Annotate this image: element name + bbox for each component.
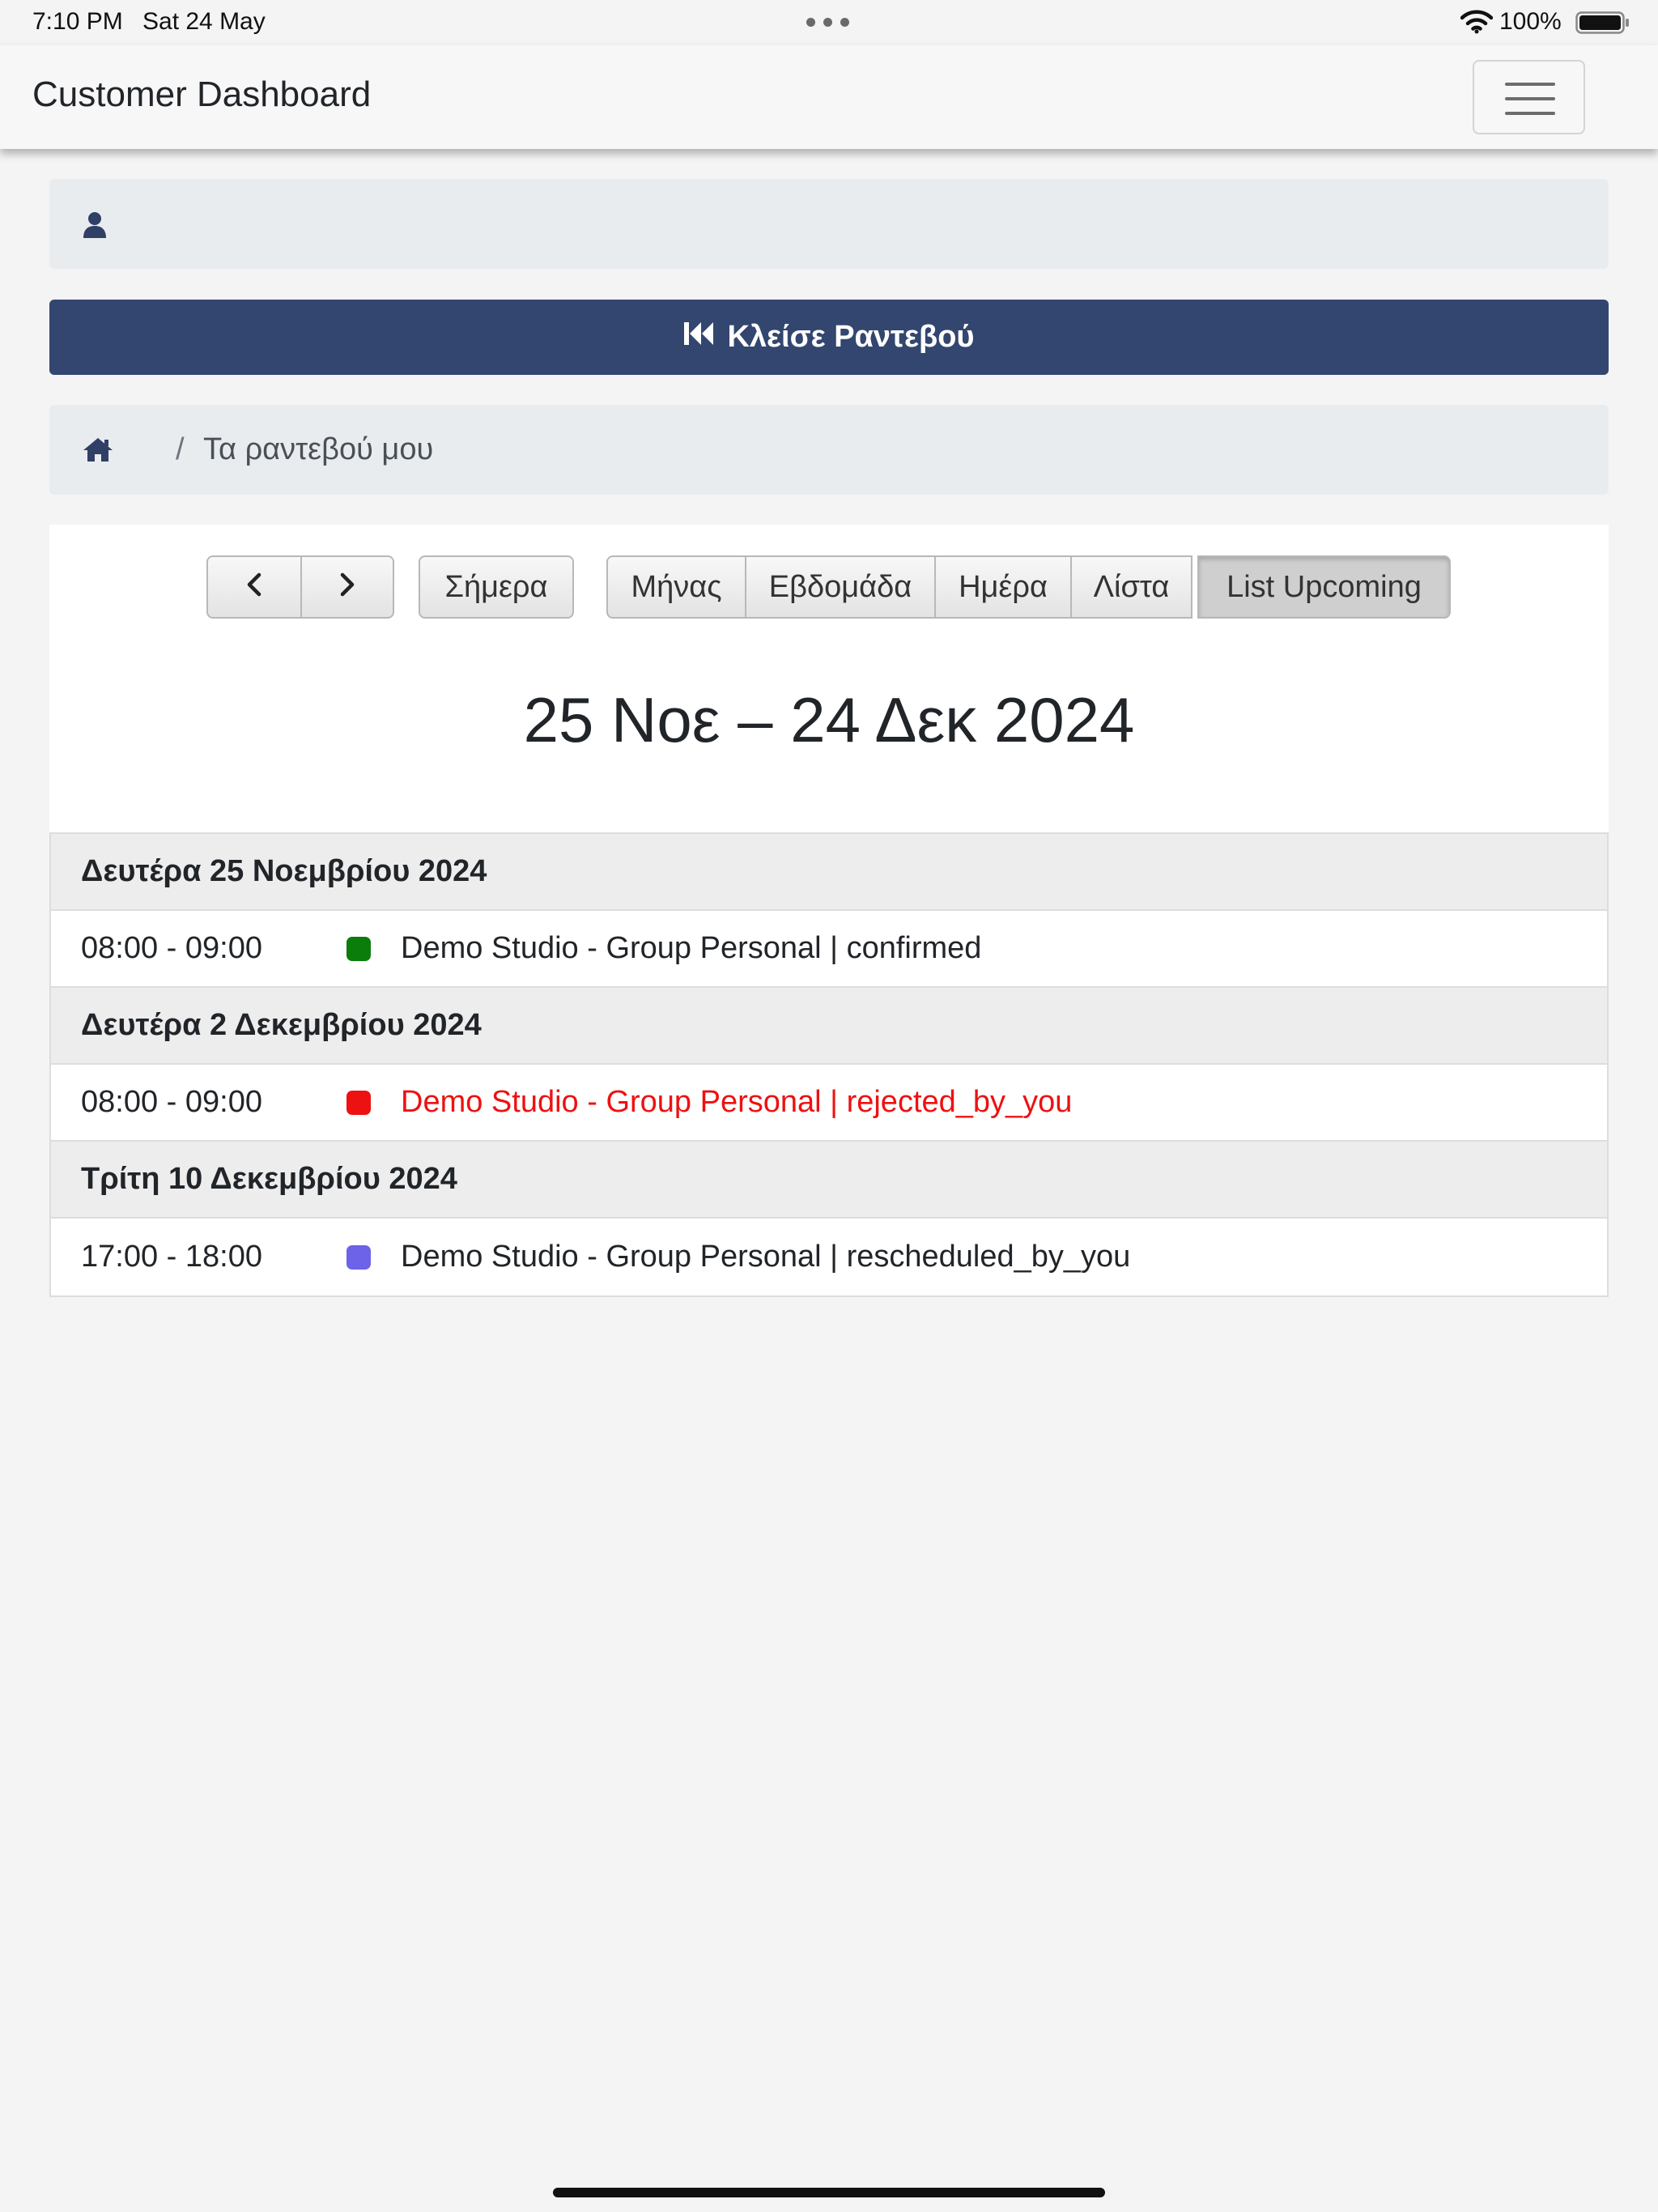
event-time: 08:00 - 09:00 xyxy=(81,1085,262,1119)
hamburger-menu-icon xyxy=(1505,97,1555,100)
hamburger-menu-icon xyxy=(1505,83,1555,86)
event-title[interactable]: Demo Studio - Group Personal | rejected_… xyxy=(401,1085,1072,1120)
event-title[interactable]: Demo Studio - Group Personal | confirmed xyxy=(401,931,981,966)
day-header: Δευτέρα 2 Δεκεμβρίου 2024 xyxy=(51,988,1607,1065)
day-header: Τρίτη 10 Δεκεμβρίου 2024 xyxy=(51,1142,1607,1219)
book-appointment-button[interactable]: Κλείσε Ραντεβού xyxy=(49,300,1609,375)
battery-percent: 100% xyxy=(1499,8,1562,35)
navbar-toggler-button[interactable] xyxy=(1473,60,1585,134)
event-row[interactable]: 08:00 - 09:00 Demo Studio - Group Persona… xyxy=(51,911,1607,988)
chevron-right-icon xyxy=(338,570,357,605)
today-button[interactable]: Σήμερα xyxy=(419,555,574,619)
home-icon[interactable] xyxy=(82,436,114,470)
event-title[interactable]: Demo Studio - Group Personal | reschedul… xyxy=(401,1240,1130,1274)
navbar: Customer Dashboard xyxy=(0,45,1658,149)
battery-icon xyxy=(1575,11,1630,40)
breadcrumb-separator: / xyxy=(176,432,185,466)
event-time: 17:00 - 18:00 xyxy=(81,1240,262,1274)
home-indicator[interactable] xyxy=(553,2188,1105,2197)
multitasking-dots-icon[interactable] xyxy=(806,18,849,27)
breadcrumb: / Τα ραντεβού μου xyxy=(49,405,1609,495)
status-time: 7:10 PM xyxy=(32,8,123,35)
user-icon xyxy=(82,211,108,243)
event-row[interactable]: 17:00 - 18:00 Demo Studio - Group Persona… xyxy=(51,1219,1607,1295)
event-status-dot xyxy=(346,936,371,961)
next-button[interactable] xyxy=(300,555,394,619)
user-bar xyxy=(49,179,1609,269)
hamburger-menu-icon xyxy=(1505,112,1555,115)
chevron-left-icon xyxy=(244,570,264,605)
event-status-dot xyxy=(346,1244,371,1270)
fast-backward-icon xyxy=(683,320,716,355)
event-row[interactable]: 08:00 - 09:00 Demo Studio - Group Persona… xyxy=(51,1065,1607,1142)
wifi-icon xyxy=(1460,10,1494,40)
prev-button[interactable] xyxy=(206,555,302,619)
view-week-button[interactable]: Εβδομάδα xyxy=(745,555,936,619)
event-time: 08:00 - 09:00 xyxy=(81,931,262,965)
day-header: Δευτέρα 25 Νοεμβρίου 2024 xyxy=(51,834,1607,911)
view-list-upcoming-button[interactable]: List Upcoming xyxy=(1197,555,1451,619)
view-day-button[interactable]: Ημέρα xyxy=(934,555,1072,619)
navbar-brand[interactable]: Customer Dashboard xyxy=(32,74,371,115)
view-month-button[interactable]: Μήνας xyxy=(606,555,746,619)
book-appointment-label: Κλείσε Ραντεβού xyxy=(727,320,975,354)
calendar-header: Σήμερα Μήνας Εβδομάδα Ημέρα Λίστα List U… xyxy=(49,525,1609,832)
calendar-title: 25 Νοε – 24 Δεκ 2024 xyxy=(523,684,1135,755)
event-list: Δευτέρα 25 Νοεμβρίου 2024 08:00 - 09:00 De… xyxy=(49,832,1609,1297)
event-status-dot xyxy=(346,1090,371,1115)
breadcrumb-current: Τα ραντεβού μου xyxy=(203,432,434,466)
view-list-button[interactable]: Λίστα xyxy=(1070,555,1192,619)
status-date: Sat 24 May xyxy=(142,8,266,35)
status-bar: 7:10 PM Sat 24 May 100% xyxy=(0,0,1658,45)
